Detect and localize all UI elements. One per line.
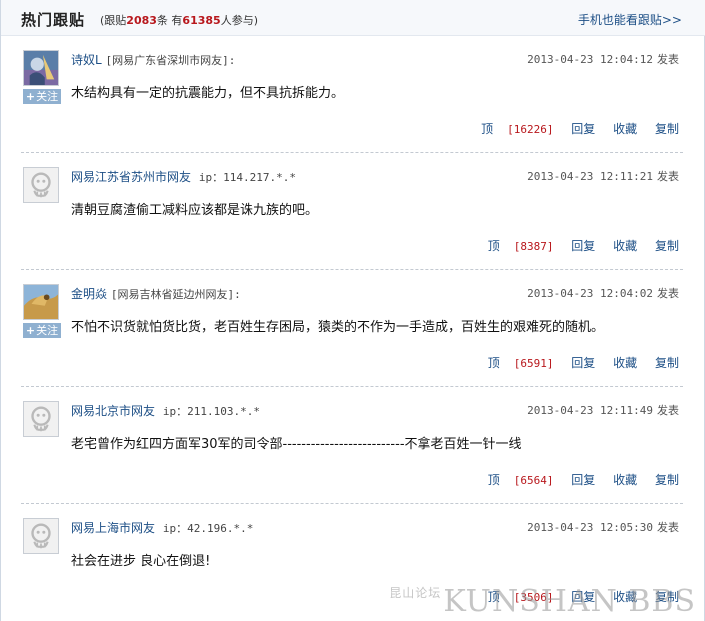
publish-label: 发表	[657, 287, 679, 300]
default-avatar-icon	[24, 402, 58, 436]
author-name[interactable]: 网易北京市网友	[71, 404, 155, 418]
upvote-count: [6564]	[513, 474, 554, 487]
comment-author: 网易北京市网友 ip：211.103.*.*	[71, 402, 260, 419]
author-ip: ip：211.103.*.*	[162, 405, 260, 418]
upvote-label: 顶	[487, 239, 500, 253]
comment-item: 网易江苏省苏州市网友 ip：114.217.*.* 2013-04-23 12:…	[21, 153, 683, 270]
author-location: [网易吉林省延边州网友]:	[110, 288, 241, 301]
author-ip: ip：114.217.*.*	[198, 171, 296, 184]
reply-button[interactable]: 回复	[571, 473, 595, 487]
panel-title: 热门跟贴	[21, 11, 86, 29]
plus-icon: +	[25, 324, 36, 337]
timestamp: 2013-04-23 12:04:02	[527, 287, 653, 300]
follow-button[interactable]: +关注	[23, 323, 61, 338]
comment-actions: 顶 [6564] 回复 收藏 复制	[460, 471, 679, 488]
upvote-count: [8387]	[513, 240, 554, 253]
stats-prefix: (跟贴	[100, 14, 127, 27]
comment-time: 2013-04-23 12:11:21 发表	[527, 168, 679, 184]
comment-author: 诗奴L [网易广东省深圳市网友]:	[71, 51, 235, 68]
collect-button[interactable]: 收藏	[613, 356, 637, 370]
author-location: [网易广东省深圳市网友]:	[105, 54, 236, 67]
comment-item: +关注 诗奴L [网易广东省深圳市网友]: 2013-04-23 12:04:1…	[21, 36, 683, 153]
comment-time: 2013-04-23 12:05:30 发表	[527, 519, 679, 535]
collect-button[interactable]: 收藏	[613, 473, 637, 487]
upvote-button[interactable]: 顶 [6591]	[474, 356, 554, 370]
upvote-count: [16226]	[507, 123, 554, 136]
author-ip: ip：42.196.*.*	[162, 522, 254, 535]
user-photo-icon	[24, 285, 58, 319]
comment-actions: 顶 [8387] 回复 收藏 复制	[460, 237, 679, 254]
upvote-label: 顶	[481, 122, 494, 136]
comment-time: 2013-04-23 12:04:12 发表	[527, 51, 679, 67]
site-watermark: 昆山论坛KUNSHAN BBS	[389, 584, 696, 619]
comment-panel: 热门跟贴 (跟贴2083条 有61385人参与) 手机也能看跟贴>> +关注 诗…	[0, 0, 705, 621]
comment-actions: 顶 [16226] 回复 收藏 复制	[453, 120, 679, 137]
comment-time: 2013-04-23 12:04:02 发表	[527, 285, 679, 301]
default-avatar-icon	[24, 168, 58, 202]
comment-item: +关注 金明焱 [网易吉林省延边州网友]: 2013-04-23 12:04:0…	[21, 270, 683, 387]
comment-item: 网易北京市网友 ip：211.103.*.* 2013-04-23 12:11:…	[21, 387, 683, 504]
plus-icon: +	[25, 90, 36, 103]
publish-label: 发表	[657, 404, 679, 417]
avatar[interactable]	[23, 401, 59, 437]
upvote-button[interactable]: 顶 [8387]	[474, 239, 554, 253]
author-name[interactable]: 诗奴L	[71, 53, 102, 67]
timestamp: 2013-04-23 12:05:30	[527, 521, 653, 534]
comment-content: 清朝豆腐渣偷工减料应该都是诛九族的吧。	[71, 203, 319, 218]
upvote-label: 顶	[487, 356, 500, 370]
reply-button[interactable]: 回复	[571, 122, 595, 136]
user-photo-icon	[24, 51, 58, 85]
stats-suffix: 人参与)	[220, 14, 258, 27]
copy-button[interactable]: 复制	[655, 356, 679, 370]
author-name[interactable]: 网易上海市网友	[71, 521, 155, 535]
comment-time: 2013-04-23 12:11:49 发表	[527, 402, 679, 418]
comment-actions: 顶 [6591] 回复 收藏 复制	[460, 354, 679, 371]
comment-content: 老宅曾作为红四方面军30军的司令部-----------------------…	[71, 437, 522, 452]
comment-author: 金明焱 [网易吉林省延边州网友]:	[71, 285, 241, 302]
default-avatar-icon	[24, 519, 58, 553]
follow-label: 关注	[36, 90, 59, 103]
avatar[interactable]	[23, 167, 59, 203]
mobile-view-link[interactable]: 手机也能看跟贴>>	[578, 11, 682, 28]
participant-count: 61385	[182, 14, 221, 27]
reply-button[interactable]: 回复	[571, 356, 595, 370]
avatar[interactable]	[23, 50, 59, 86]
follow-label: 关注	[36, 324, 59, 337]
comment-content: 不怕不识货就怕货比货，老百姓生存困局，猿类的不作为一手造成，百姓生的艰难死的随机…	[71, 320, 605, 335]
collect-button[interactable]: 收藏	[613, 239, 637, 253]
timestamp: 2013-04-23 12:04:12	[527, 53, 653, 66]
watermark-small-text: 昆山论坛	[389, 586, 442, 600]
stats-mid: 条 有	[156, 14, 183, 27]
author-name[interactable]: 金明焱	[71, 287, 107, 301]
comment-author: 网易上海市网友 ip：42.196.*.*	[71, 519, 253, 536]
comment-content: 木结构具有一定的抗震能力，但不具抗拆能力。	[71, 86, 345, 101]
copy-button[interactable]: 复制	[655, 473, 679, 487]
avatar[interactable]	[23, 518, 59, 554]
panel-header: 热门跟贴 (跟贴2083条 有61385人参与) 手机也能看跟贴>>	[1, 0, 705, 36]
upvote-button[interactable]: 顶 [6564]	[474, 473, 554, 487]
watermark-big-text: KUNSHAN BBS	[443, 584, 696, 619]
publish-label: 发表	[657, 53, 679, 66]
avatar[interactable]	[23, 284, 59, 320]
publish-label: 发表	[657, 170, 679, 183]
publish-label: 发表	[657, 521, 679, 534]
timestamp: 2013-04-23 12:11:49	[527, 404, 653, 417]
upvote-count: [6591]	[513, 357, 554, 370]
comment-content: 社会在进步 良心在倒退!	[71, 554, 211, 569]
upvote-button[interactable]: 顶 [16226]	[467, 122, 553, 136]
collect-button[interactable]: 收藏	[613, 122, 637, 136]
copy-button[interactable]: 复制	[655, 239, 679, 253]
upvote-label: 顶	[487, 473, 500, 487]
post-count: 2083	[126, 14, 157, 27]
follow-button[interactable]: +关注	[23, 89, 61, 104]
reply-button[interactable]: 回复	[571, 239, 595, 253]
comment-author: 网易江苏省苏州市网友 ip：114.217.*.*	[71, 168, 296, 185]
copy-button[interactable]: 复制	[655, 122, 679, 136]
author-name[interactable]: 网易江苏省苏州市网友	[71, 170, 191, 184]
comment-stats: (跟贴2083条 有61385人参与)	[100, 12, 258, 28]
timestamp: 2013-04-23 12:11:21	[527, 170, 653, 183]
